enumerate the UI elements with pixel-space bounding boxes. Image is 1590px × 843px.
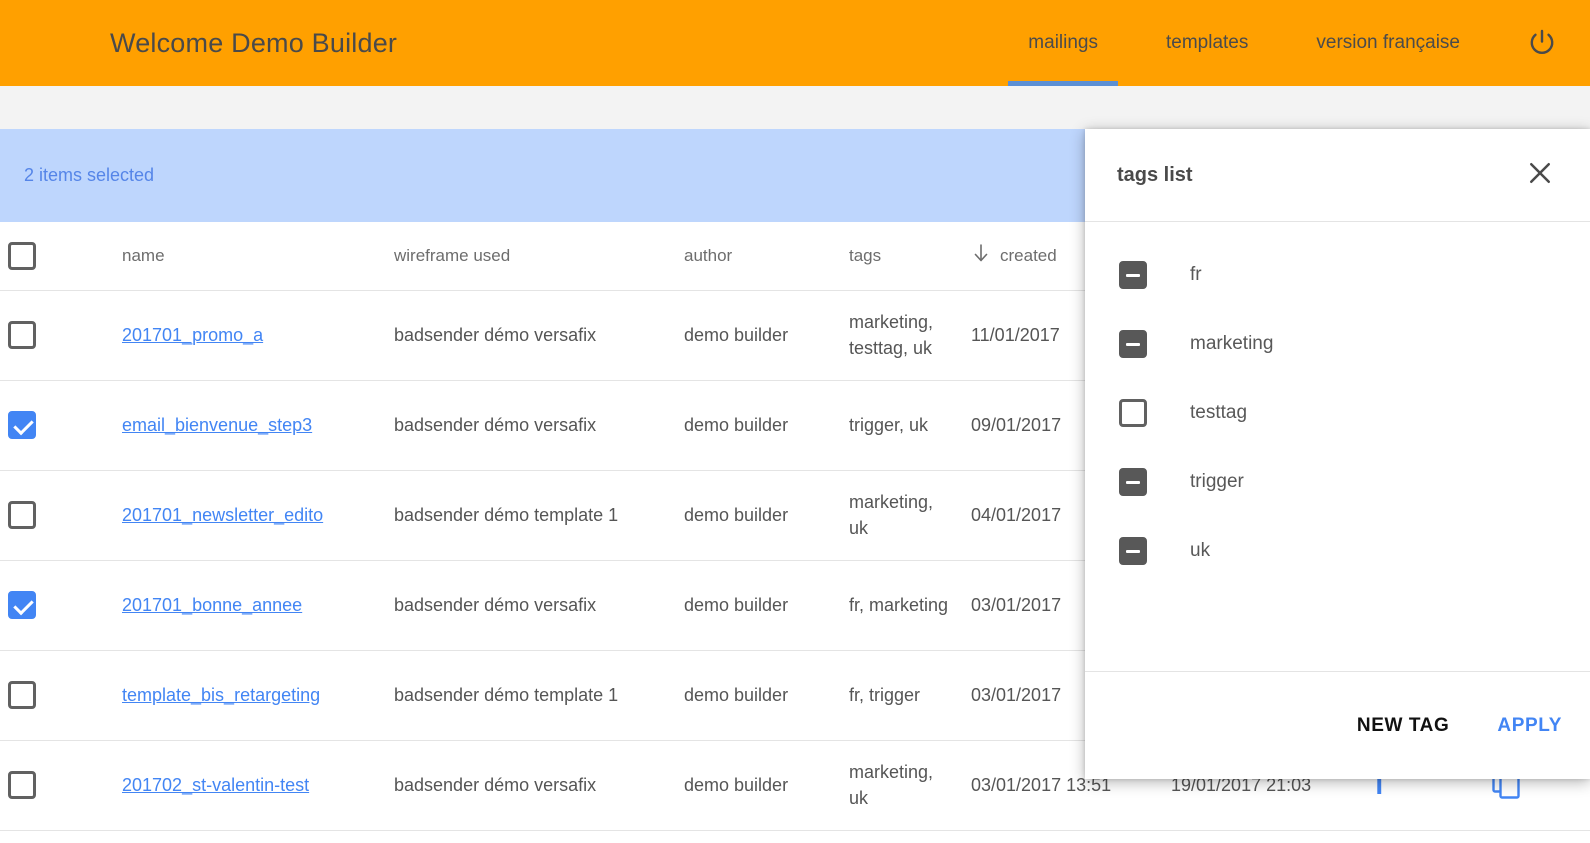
- tags-panel-header: tags list: [1085, 129, 1590, 222]
- column-header-author-label: author: [684, 245, 733, 265]
- page-title: Welcome Demo Builder: [110, 27, 398, 58]
- tag-checkbox[interactable]: [1119, 260, 1147, 289]
- cell-wireframe: badsender démo versafix: [386, 740, 676, 831]
- cell-tags: marketing, uk: [841, 470, 963, 561]
- cell-name: 201701_bonne_annee: [114, 560, 386, 651]
- tag-label: marketing: [1190, 332, 1274, 354]
- nav-item-mailings[interactable]: mailings: [994, 0, 1132, 86]
- tag-label: trigger: [1190, 470, 1244, 492]
- tag-checkbox[interactable]: [1119, 329, 1147, 358]
- selection-count-label: 2 items selected: [24, 165, 155, 185]
- cell-author: demo builder: [676, 650, 841, 741]
- cell-wireframe: badsender démo versafix: [386, 380, 676, 471]
- nav-item-templates-label: templates: [1166, 32, 1249, 53]
- row-checkbox[interactable]: [8, 321, 36, 349]
- mailing-link[interactable]: 201701_bonne_annee: [122, 595, 302, 615]
- row-select-cell: [0, 380, 114, 471]
- cell-tags: marketing, uk: [841, 740, 963, 831]
- nav-item-templates[interactable]: templates: [1132, 0, 1282, 86]
- cell-author: demo builder: [676, 380, 841, 471]
- tag-item-fr[interactable]: fr: [1085, 240, 1590, 309]
- mailing-link[interactable]: 201701_newsletter_edito: [122, 505, 323, 525]
- cell-wireframe: badsender démo template 1: [386, 470, 676, 561]
- nav-item-mailings-label: mailings: [1028, 32, 1098, 53]
- cell-name: 201701_newsletter_edito: [114, 470, 386, 561]
- mailing-link[interactable]: 201702_st-valentin-test: [122, 775, 309, 795]
- tags-panel-body: fr marketing testtag trigger uk: [1085, 222, 1590, 671]
- tag-checkbox[interactable]: [1119, 467, 1147, 496]
- column-header-author[interactable]: author: [676, 222, 841, 291]
- column-header-name[interactable]: name: [114, 222, 386, 291]
- column-header-wireframe-label: wireframe used: [394, 245, 511, 265]
- tag-item-trigger[interactable]: trigger: [1085, 447, 1590, 516]
- cell-tags: fr, trigger: [841, 650, 963, 741]
- cell-name: 201701_promo_a: [114, 290, 386, 381]
- cell-tags: marketing, testtag, uk: [841, 290, 963, 381]
- cell-name: 201702_st-valentin-test: [114, 740, 386, 831]
- row-checkbox[interactable]: [8, 501, 36, 529]
- column-header-name-label: name: [122, 245, 165, 265]
- tag-item-testtag[interactable]: testtag: [1085, 378, 1590, 447]
- column-header-created-label: created: [1000, 245, 1057, 265]
- mailing-link[interactable]: email_bienvenue_step3: [122, 415, 312, 435]
- row-select-cell: [0, 470, 114, 561]
- new-tag-button[interactable]: NEW TAG: [1357, 715, 1450, 737]
- cell-author: demo builder: [676, 470, 841, 561]
- cell-author: demo builder: [676, 740, 841, 831]
- tag-checkbox[interactable]: [1119, 536, 1147, 565]
- cell-tags: fr, marketing: [841, 560, 963, 651]
- tag-item-uk[interactable]: uk: [1085, 516, 1590, 585]
- toolbar-strip: [0, 86, 1590, 129]
- tags-list-panel: tags list fr marketing testtag trigger u…: [1085, 129, 1590, 779]
- cell-author: demo builder: [676, 290, 841, 381]
- cell-wireframe: badsender démo versafix: [386, 560, 676, 651]
- select-all-checkbox[interactable]: [8, 241, 36, 270]
- close-icon: [1525, 158, 1555, 193]
- cell-tags: trigger, uk: [841, 380, 963, 471]
- tag-checkbox[interactable]: [1119, 398, 1147, 427]
- tags-panel-footer: NEW TAG APPLY: [1085, 671, 1590, 779]
- column-header-tags-label: tags: [849, 245, 882, 265]
- mailing-link[interactable]: 201701_promo_a: [122, 325, 263, 345]
- mailing-link[interactable]: template_bis_retargeting: [122, 685, 320, 705]
- tag-label: fr: [1190, 263, 1202, 285]
- cell-name: template_bis_retargeting: [114, 650, 386, 741]
- row-select-cell: [0, 650, 114, 741]
- row-checkbox[interactable]: [8, 771, 36, 799]
- close-panel-button[interactable]: [1520, 155, 1560, 195]
- sort-arrow-down-icon: [971, 242, 991, 269]
- duplicate-icon: [1491, 767, 1521, 803]
- nav-item-version-francaise-label: version française: [1316, 32, 1460, 53]
- nav-item-version-francaise[interactable]: version française: [1282, 0, 1494, 86]
- row-checkbox[interactable]: [8, 411, 36, 439]
- row-select-cell: [0, 290, 114, 381]
- row-select-cell: [0, 740, 114, 831]
- main-navigation: mailings templates version française: [994, 0, 1590, 86]
- column-header-tags[interactable]: tags: [841, 222, 963, 291]
- power-icon: [1525, 26, 1559, 60]
- tag-label: uk: [1190, 539, 1211, 561]
- select-all-header-cell: [0, 222, 114, 291]
- row-select-cell: [0, 560, 114, 651]
- tag-item-marketing[interactable]: marketing: [1085, 309, 1590, 378]
- cell-author: demo builder: [676, 560, 841, 651]
- cell-wireframe: badsender démo template 1: [386, 650, 676, 741]
- row-checkbox[interactable]: [8, 681, 36, 709]
- tags-panel-title: tags list: [1117, 163, 1193, 186]
- row-checkbox[interactable]: [8, 591, 36, 619]
- cell-name: email_bienvenue_step3: [114, 380, 386, 471]
- tag-label: testtag: [1190, 401, 1248, 423]
- logout-button[interactable]: [1494, 0, 1590, 86]
- cell-wireframe: badsender démo versafix: [386, 290, 676, 381]
- column-header-wireframe[interactable]: wireframe used: [386, 222, 676, 291]
- apply-button[interactable]: APPLY: [1497, 715, 1562, 737]
- app-header-bar: Welcome Demo Builder mailings templates …: [0, 0, 1590, 86]
